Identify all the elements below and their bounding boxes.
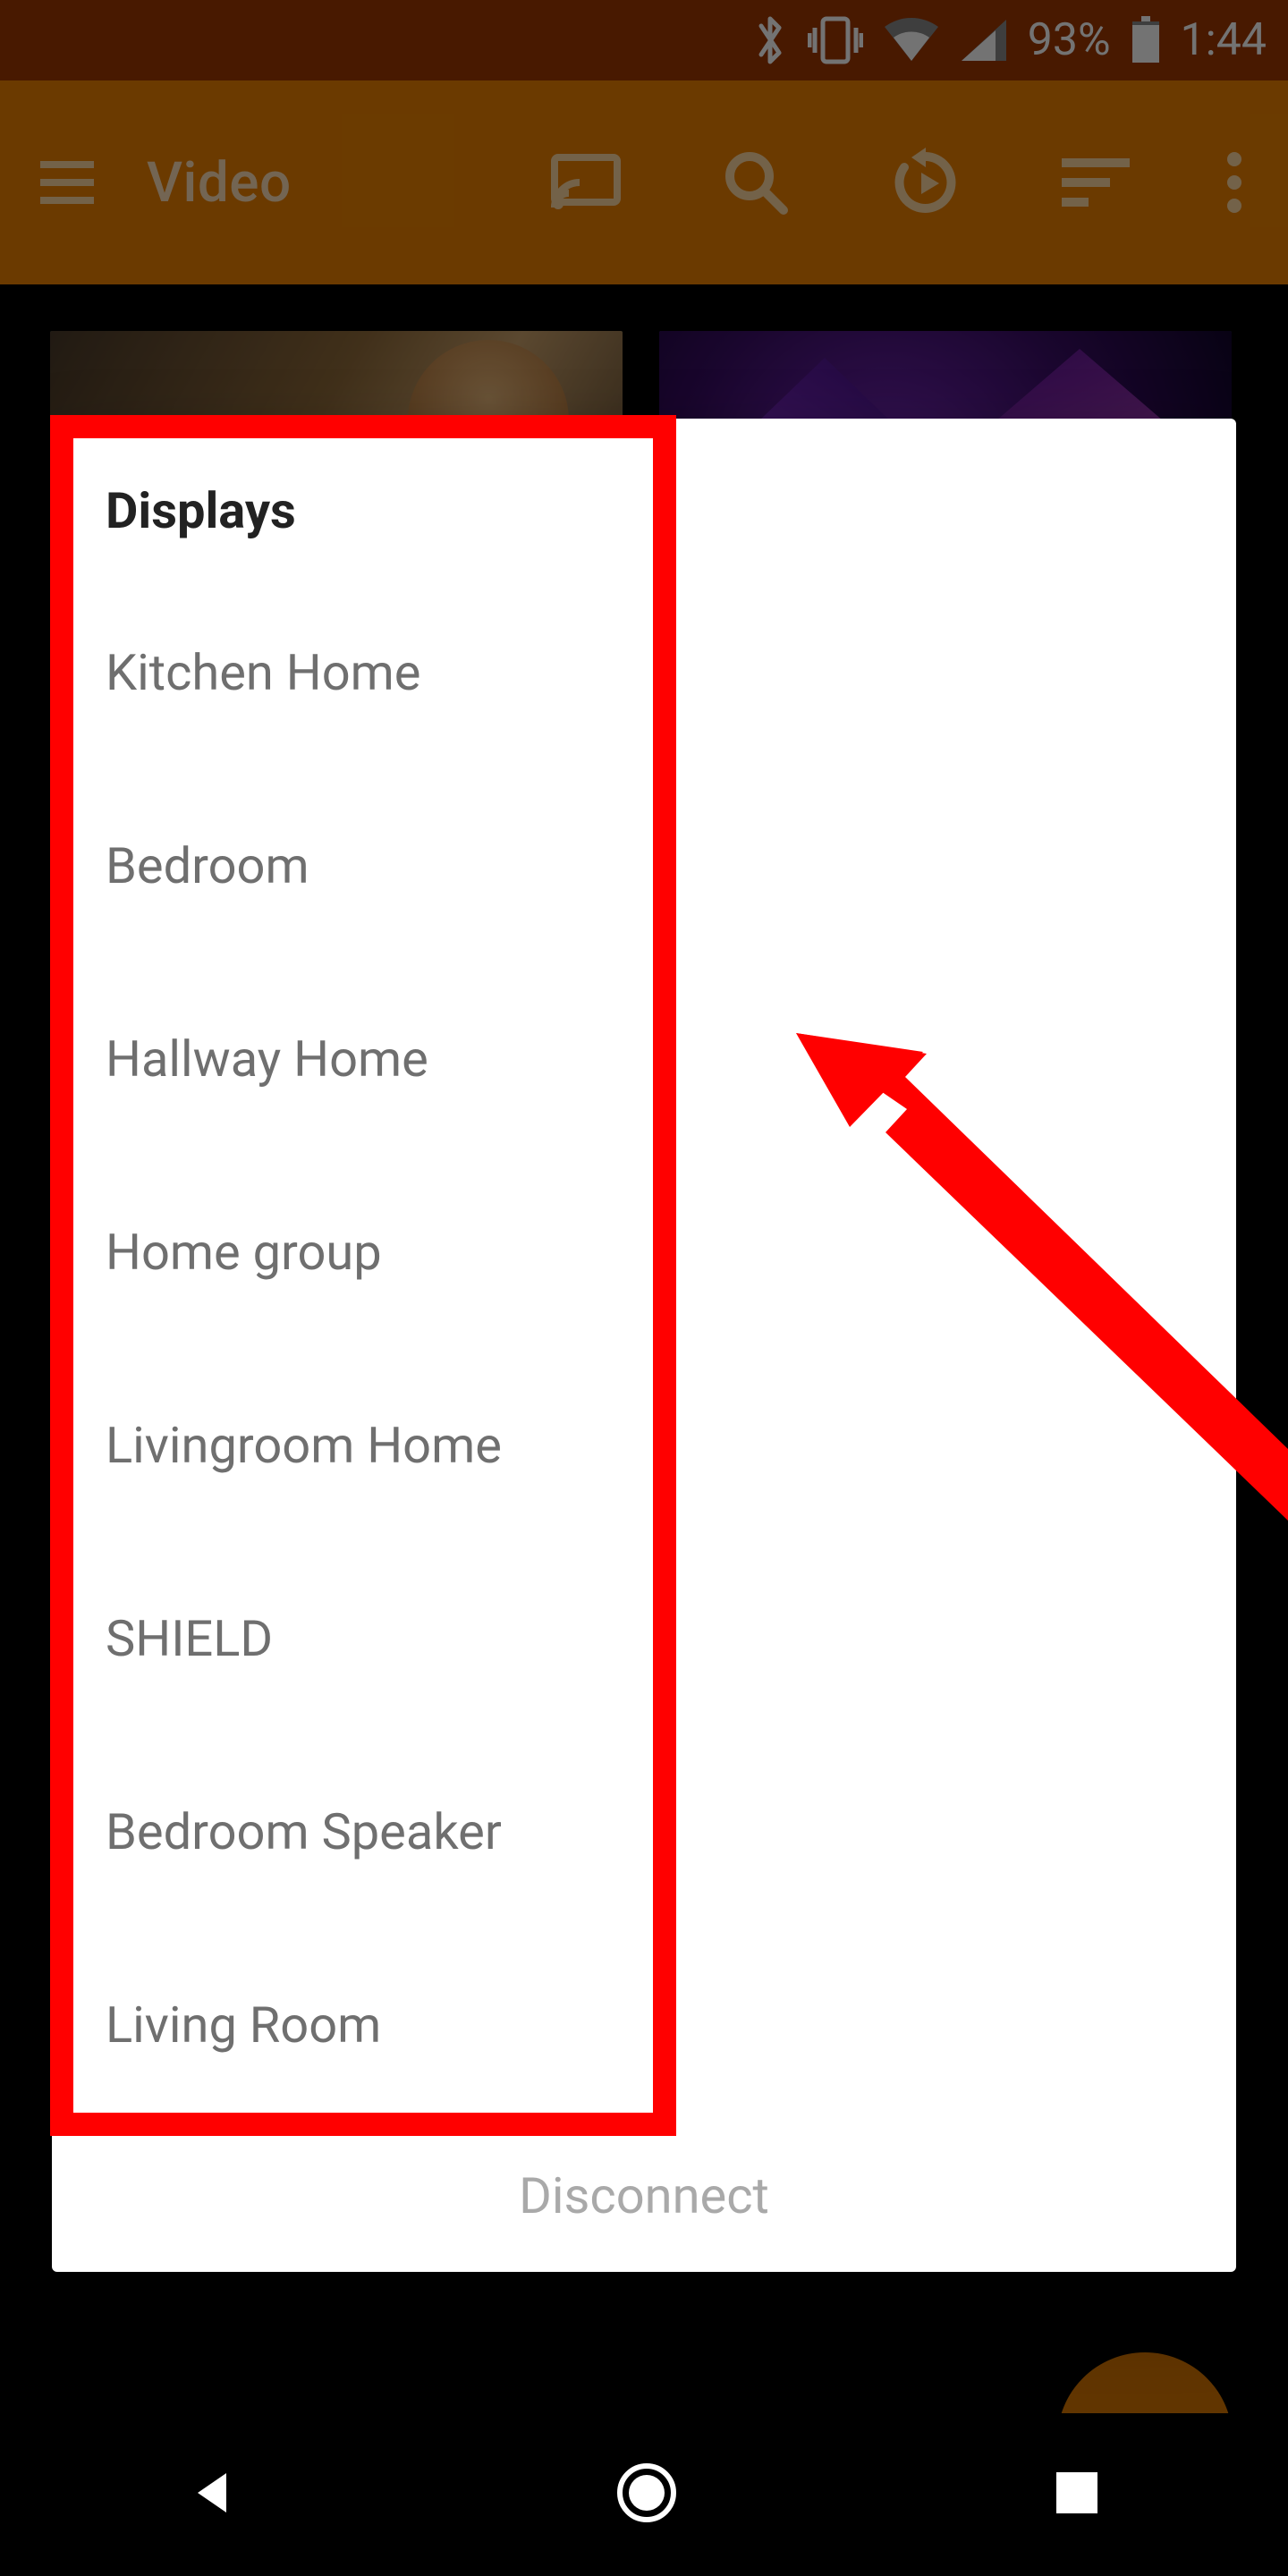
- display-item-bedroom-speaker[interactable]: Bedroom Speaker: [106, 1735, 1182, 1928]
- display-item-kitchen-home[interactable]: Kitchen Home: [106, 576, 1182, 769]
- display-item-label: Kitchen Home: [106, 643, 420, 702]
- disconnect-label: Disconnect: [519, 2166, 769, 2225]
- display-item-label: Home group: [106, 1223, 382, 1282]
- back-icon: [187, 2466, 241, 2520]
- nav-bar: [0, 2413, 1288, 2576]
- nav-recent-button[interactable]: [1053, 2469, 1101, 2521]
- display-item-label: Living Room: [106, 1996, 381, 2055]
- display-item-hallway-home[interactable]: Hallway Home: [106, 962, 1182, 1156]
- nav-home-button[interactable]: [614, 2461, 679, 2529]
- display-item-bedroom[interactable]: Bedroom: [106, 769, 1182, 962]
- display-item-home-group[interactable]: Home group: [106, 1156, 1182, 1349]
- dialog-title: Displays: [52, 419, 1236, 576]
- screen: Video: [0, 0, 1288, 2576]
- display-item-label: Bedroom: [106, 836, 309, 895]
- display-item-living-room[interactable]: Living Room: [106, 1928, 1182, 2122]
- recent-icon: [1053, 2469, 1101, 2517]
- display-item-livingroom-home[interactable]: Livingroom Home: [106, 1349, 1182, 1542]
- display-item-label: Hallway Home: [106, 1030, 428, 1089]
- home-icon: [614, 2461, 679, 2525]
- disconnect-button[interactable]: Disconnect: [52, 2120, 1236, 2272]
- nav-back-button[interactable]: [187, 2466, 241, 2523]
- cast-displays-dialog: Displays Kitchen Home Bedroom Hallway Ho…: [52, 419, 1236, 2272]
- display-item-label: SHIELD: [106, 1609, 273, 1668]
- display-item-label: Livingroom Home: [106, 1416, 502, 1475]
- display-item-label: Bedroom Speaker: [106, 1802, 502, 1861]
- display-item-shield[interactable]: SHIELD: [106, 1542, 1182, 1735]
- displays-list: Kitchen Home Bedroom Hallway Home Home g…: [52, 576, 1236, 2122]
